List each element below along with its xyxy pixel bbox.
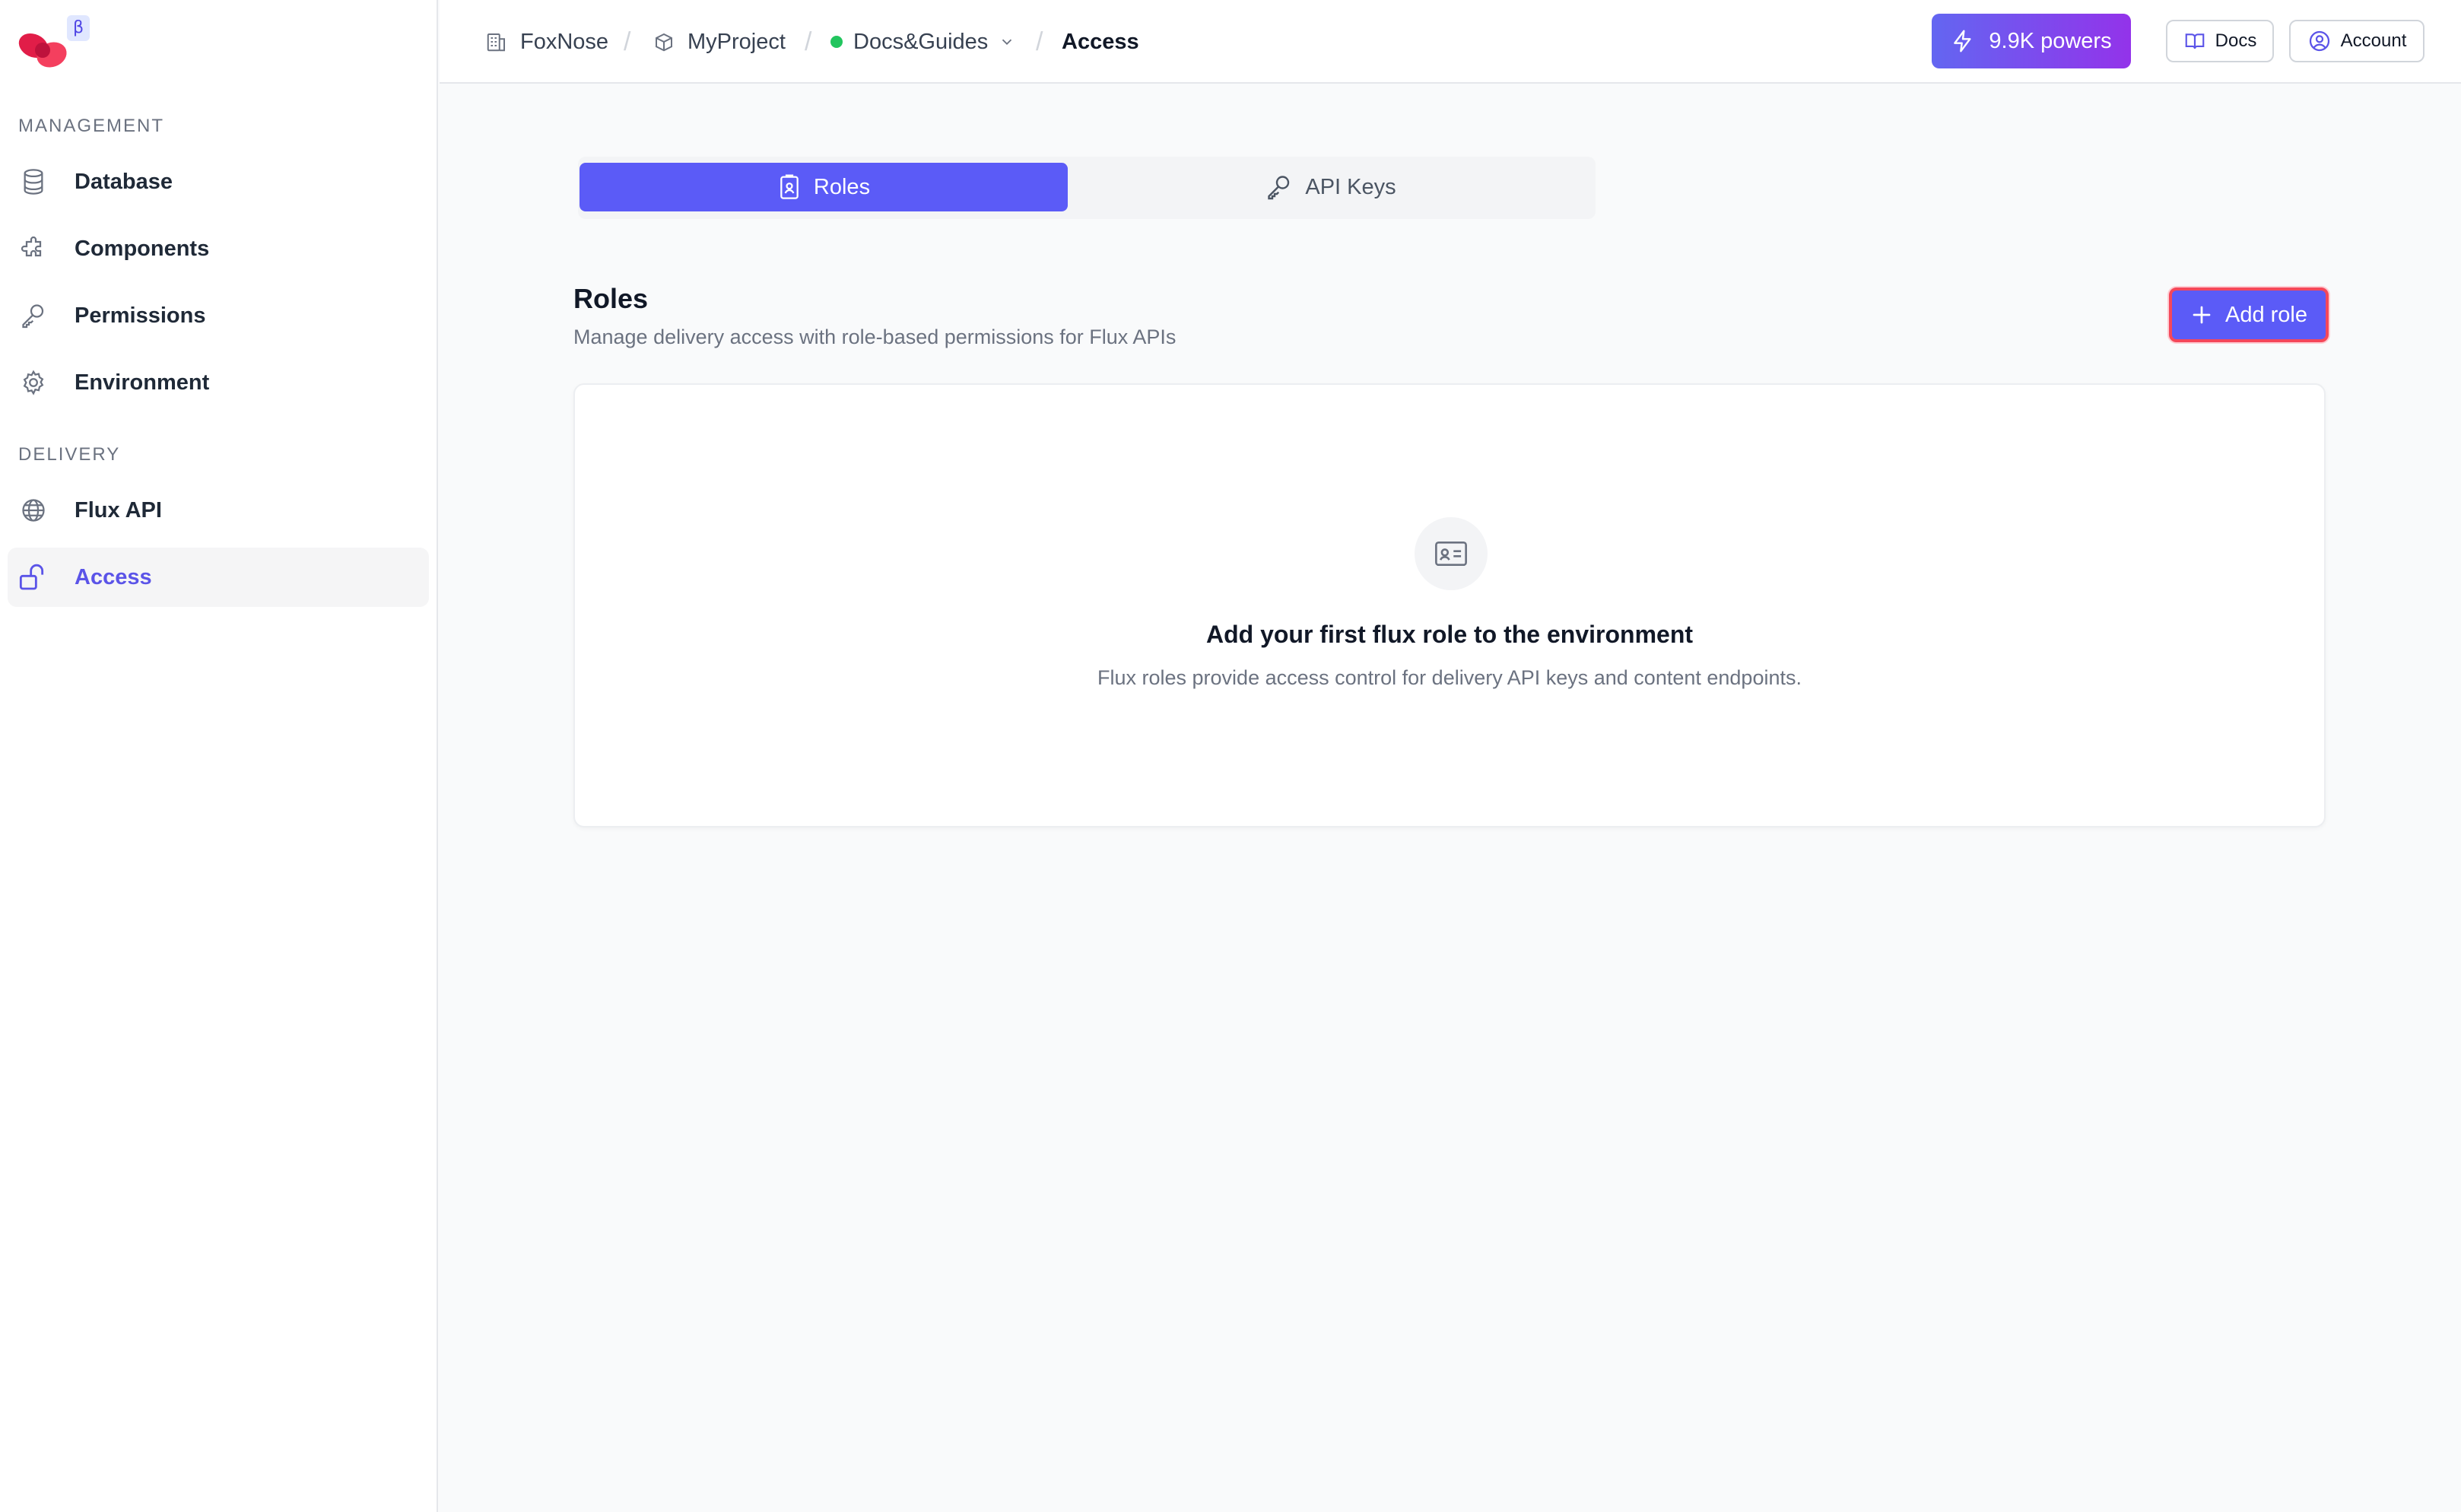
sidebar-item-label: Database xyxy=(75,169,173,194)
add-role-label: Add role xyxy=(2224,302,2307,327)
docs-button[interactable]: Docs xyxy=(2166,20,2274,62)
docs-label: Docs xyxy=(2215,30,2257,51)
sidebar-item-permissions[interactable]: Permissions xyxy=(8,286,429,345)
breadcrumb-label: FoxNose xyxy=(520,29,609,54)
sidebar-item-access[interactable]: Access xyxy=(8,548,429,607)
section-label-delivery: DELIVERY xyxy=(18,444,121,465)
sidebar-item-environment[interactable]: Environment xyxy=(8,353,429,412)
sidebar-item-label: Flux API xyxy=(75,497,162,523)
key-icon xyxy=(18,300,49,331)
breadcrumb-separator: / xyxy=(805,27,812,56)
status-dot xyxy=(830,36,843,48)
gear-icon xyxy=(18,367,49,398)
tab-label: Roles xyxy=(813,174,871,199)
top-header: FoxNose / MyProject / Docs&Guides / Acce… xyxy=(440,0,2461,84)
sidebar: β MANAGEMENT Database Components Permiss… xyxy=(0,0,438,1512)
tab-roles[interactable]: Roles xyxy=(580,163,1068,211)
powers-label: 9.9K powers xyxy=(1989,28,2112,53)
id-badge-icon xyxy=(777,173,802,201)
sidebar-item-label: Components xyxy=(75,236,210,261)
box-icon xyxy=(653,30,677,54)
globe-icon xyxy=(18,495,49,526)
sidebar-item-flux-api[interactable]: Flux API xyxy=(8,481,429,540)
sidebar-item-database[interactable]: Database xyxy=(8,152,429,211)
tab-label: API Keys xyxy=(1305,174,1396,199)
sidebar-item-label: Access xyxy=(75,564,152,589)
roles-empty-state: Add your first flux role to the environm… xyxy=(573,383,2326,827)
breadcrumb-label: Access xyxy=(1062,29,1139,54)
key-icon xyxy=(1265,173,1293,201)
sidebar-item-label: Environment xyxy=(75,370,210,395)
breadcrumb-environment[interactable]: Docs&Guides xyxy=(830,0,1023,84)
section-title: Roles xyxy=(573,283,649,314)
powers-button[interactable]: 9.9K powers xyxy=(1932,14,2131,68)
breadcrumb-label: Docs&Guides xyxy=(853,29,989,54)
sidebar-item-components[interactable]: Components xyxy=(8,219,429,278)
section-description: Manage delivery access with role-based p… xyxy=(573,326,1177,348)
user-circle-icon xyxy=(2307,29,2332,53)
section-label-management: MANAGEMENT xyxy=(18,116,165,136)
database-icon xyxy=(18,167,49,197)
empty-state-title: Add your first flux role to the environm… xyxy=(1205,621,1694,648)
breadcrumb-label: MyProject xyxy=(687,29,786,54)
lightning-icon xyxy=(1951,29,1975,53)
book-open-icon xyxy=(2183,30,2206,52)
unlock-icon xyxy=(18,562,49,592)
app-root: β MANAGEMENT Database Components Permiss… xyxy=(0,0,2461,1512)
puzzle-icon xyxy=(18,233,49,264)
breadcrumb-current: Access xyxy=(1062,0,1139,84)
breadcrumb-separator: / xyxy=(624,27,631,56)
account-button[interactable]: Account xyxy=(2289,20,2424,62)
breadcrumb-separator: / xyxy=(1036,27,1043,56)
plus-icon xyxy=(2190,303,2213,326)
beta-badge: β xyxy=(67,15,90,41)
chevron-down-icon xyxy=(999,30,1023,54)
sidebar-item-label: Permissions xyxy=(75,303,206,328)
tab-api-keys[interactable]: API Keys xyxy=(1069,163,1593,211)
account-label: Account xyxy=(2340,30,2407,51)
empty-state-description: Flux roles provide access control for de… xyxy=(1097,666,1802,689)
breadcrumb-project[interactable]: MyProject xyxy=(653,0,786,84)
access-tabs: Roles API Keys xyxy=(578,157,1596,219)
add-role-button[interactable]: Add role xyxy=(2169,287,2329,342)
id-card-icon xyxy=(1415,517,1488,590)
building-icon xyxy=(485,30,510,54)
breadcrumb-organization[interactable]: FoxNose xyxy=(485,0,608,84)
